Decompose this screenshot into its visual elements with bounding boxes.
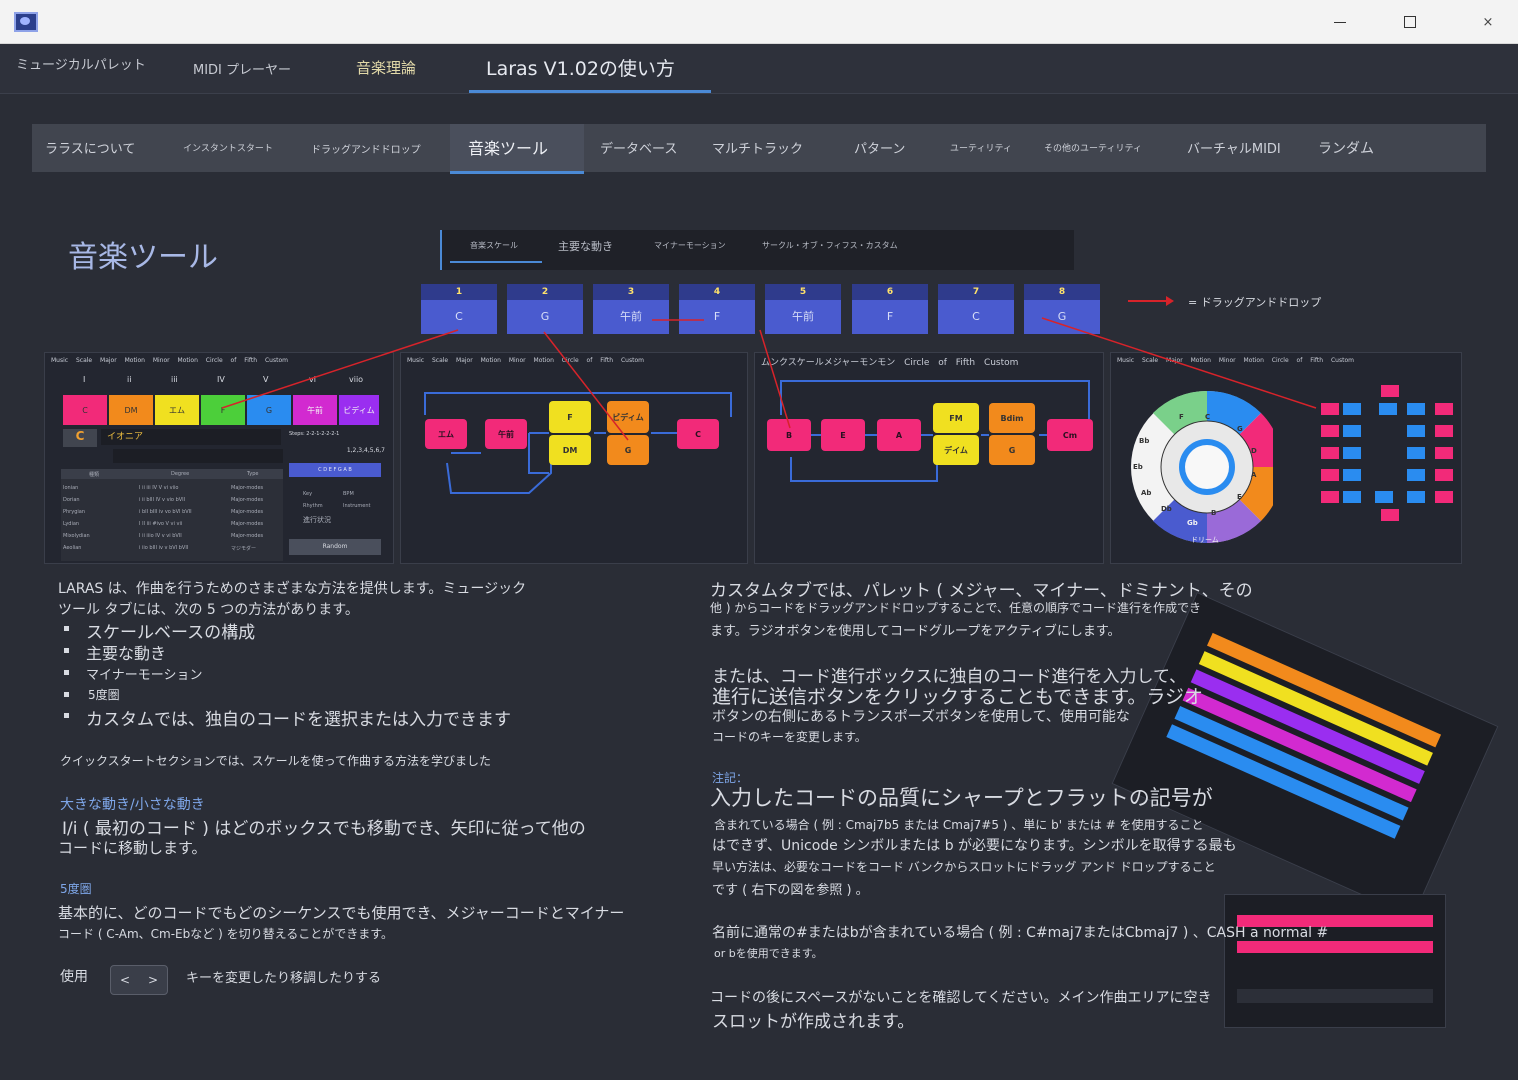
motion-text-2: コードに移動します。 [58, 839, 207, 857]
bullet-item: カスタムでは、独自のコードを選択または入力できます [86, 710, 511, 730]
transpose-buttons: < > [110, 965, 168, 995]
or-text-4: コードのキーを変更します。 [712, 730, 867, 744]
custom-text-3: ます。ラジオボタンを使用してコードグループをアクティブにします。 [710, 624, 1121, 639]
drag-arrows [221, 317, 1317, 441]
intro-line-1: LARAS は、作曲を行うためのさまざまな方法を提供します。ミュージック [58, 581, 527, 597]
bullet-icon [64, 648, 69, 653]
custom-text-2: 他 ) からコードをドラッグアンドドロップすることで、任意の順序でコード進行を作… [710, 601, 1201, 615]
circle-text-2: コード ( C-Am、Cm-Ebなど ) を切り替えることができます。 [58, 927, 394, 941]
transpose-up-button[interactable]: > [143, 973, 163, 987]
transpose-down-button[interactable]: < [115, 973, 135, 987]
bullet-item: 主要な動き [86, 644, 167, 663]
note-text-4: 早い方法は、必要なコードをコード バンクからスロットにドラッグ アンド ドロップ… [712, 860, 1216, 874]
bullet-icon [64, 670, 69, 675]
bullet-item: 5度圏 [88, 688, 120, 702]
use-label: 使用 [60, 969, 88, 985]
motion-text-1: I/i ( 最初のコード ) はどのボックスでも移動でき、矢印に従って他の [62, 819, 586, 839]
bullet-icon [64, 713, 69, 718]
quickstart-note: クイックスタートセクションでは、スケールを使って作曲する方法を学びました [60, 754, 492, 768]
chord-bank-row [1237, 941, 1433, 953]
heading-motion: 大きな動き/小さな動き [60, 797, 205, 813]
or-text-2: 進行に送信ボタンをクリックすることもできます。ラジオ [712, 686, 1203, 708]
intro-line-2: ツール タブには、次の 5 つの方法があります。 [58, 602, 359, 618]
note-text-1: 入力したコードの品質にシャープとフラットの記号が [710, 786, 1213, 810]
normal-symbol-text-2: or bを使用できます。 [714, 947, 823, 960]
circle-text-1: 基本的に、どのコードでもどのシーケンスでも使用でき、メジャーコードとマイナー [58, 904, 625, 922]
drag-symbol-screenshot [1224, 894, 1446, 1028]
normal-symbol-text-1: 名前に通常の#またはbが含まれている場合 ( 例 : C#maj7またはCbma… [712, 925, 1329, 941]
note-text-5: です ( 右下の図を参照 ) 。 [712, 883, 869, 898]
heading-circle: 5度圏 [60, 882, 92, 896]
space-text-1: コードの後にスペースがないことを確認してください。メイン作曲エリアに空き [710, 990, 1212, 1006]
bullet-icon [64, 692, 69, 697]
note-text-2: 含まれている場合 ( 例 : Cmaj7b5 または Cmaj7#5 ) 、単に… [714, 818, 1204, 832]
bullet-icon [64, 626, 69, 631]
space-text-2: スロットが作成されます。 [712, 1012, 915, 1032]
bullet-item: マイナーモーション [86, 668, 203, 683]
or-text-3: ボタンの右側にあるトランスポーズボタンを使用して、使用可能な [712, 709, 1130, 725]
custom-text-1: カスタムタブでは、パレット ( メジャー、マイナー、ドミナント、その [710, 581, 1253, 601]
use-description: キーを変更したり移調したりする [186, 971, 382, 986]
progression-slots [1237, 989, 1433, 1003]
note-text-3: はできず、Unicode シンボルまたは b が必要になります。シンボルを取得す… [712, 838, 1237, 854]
